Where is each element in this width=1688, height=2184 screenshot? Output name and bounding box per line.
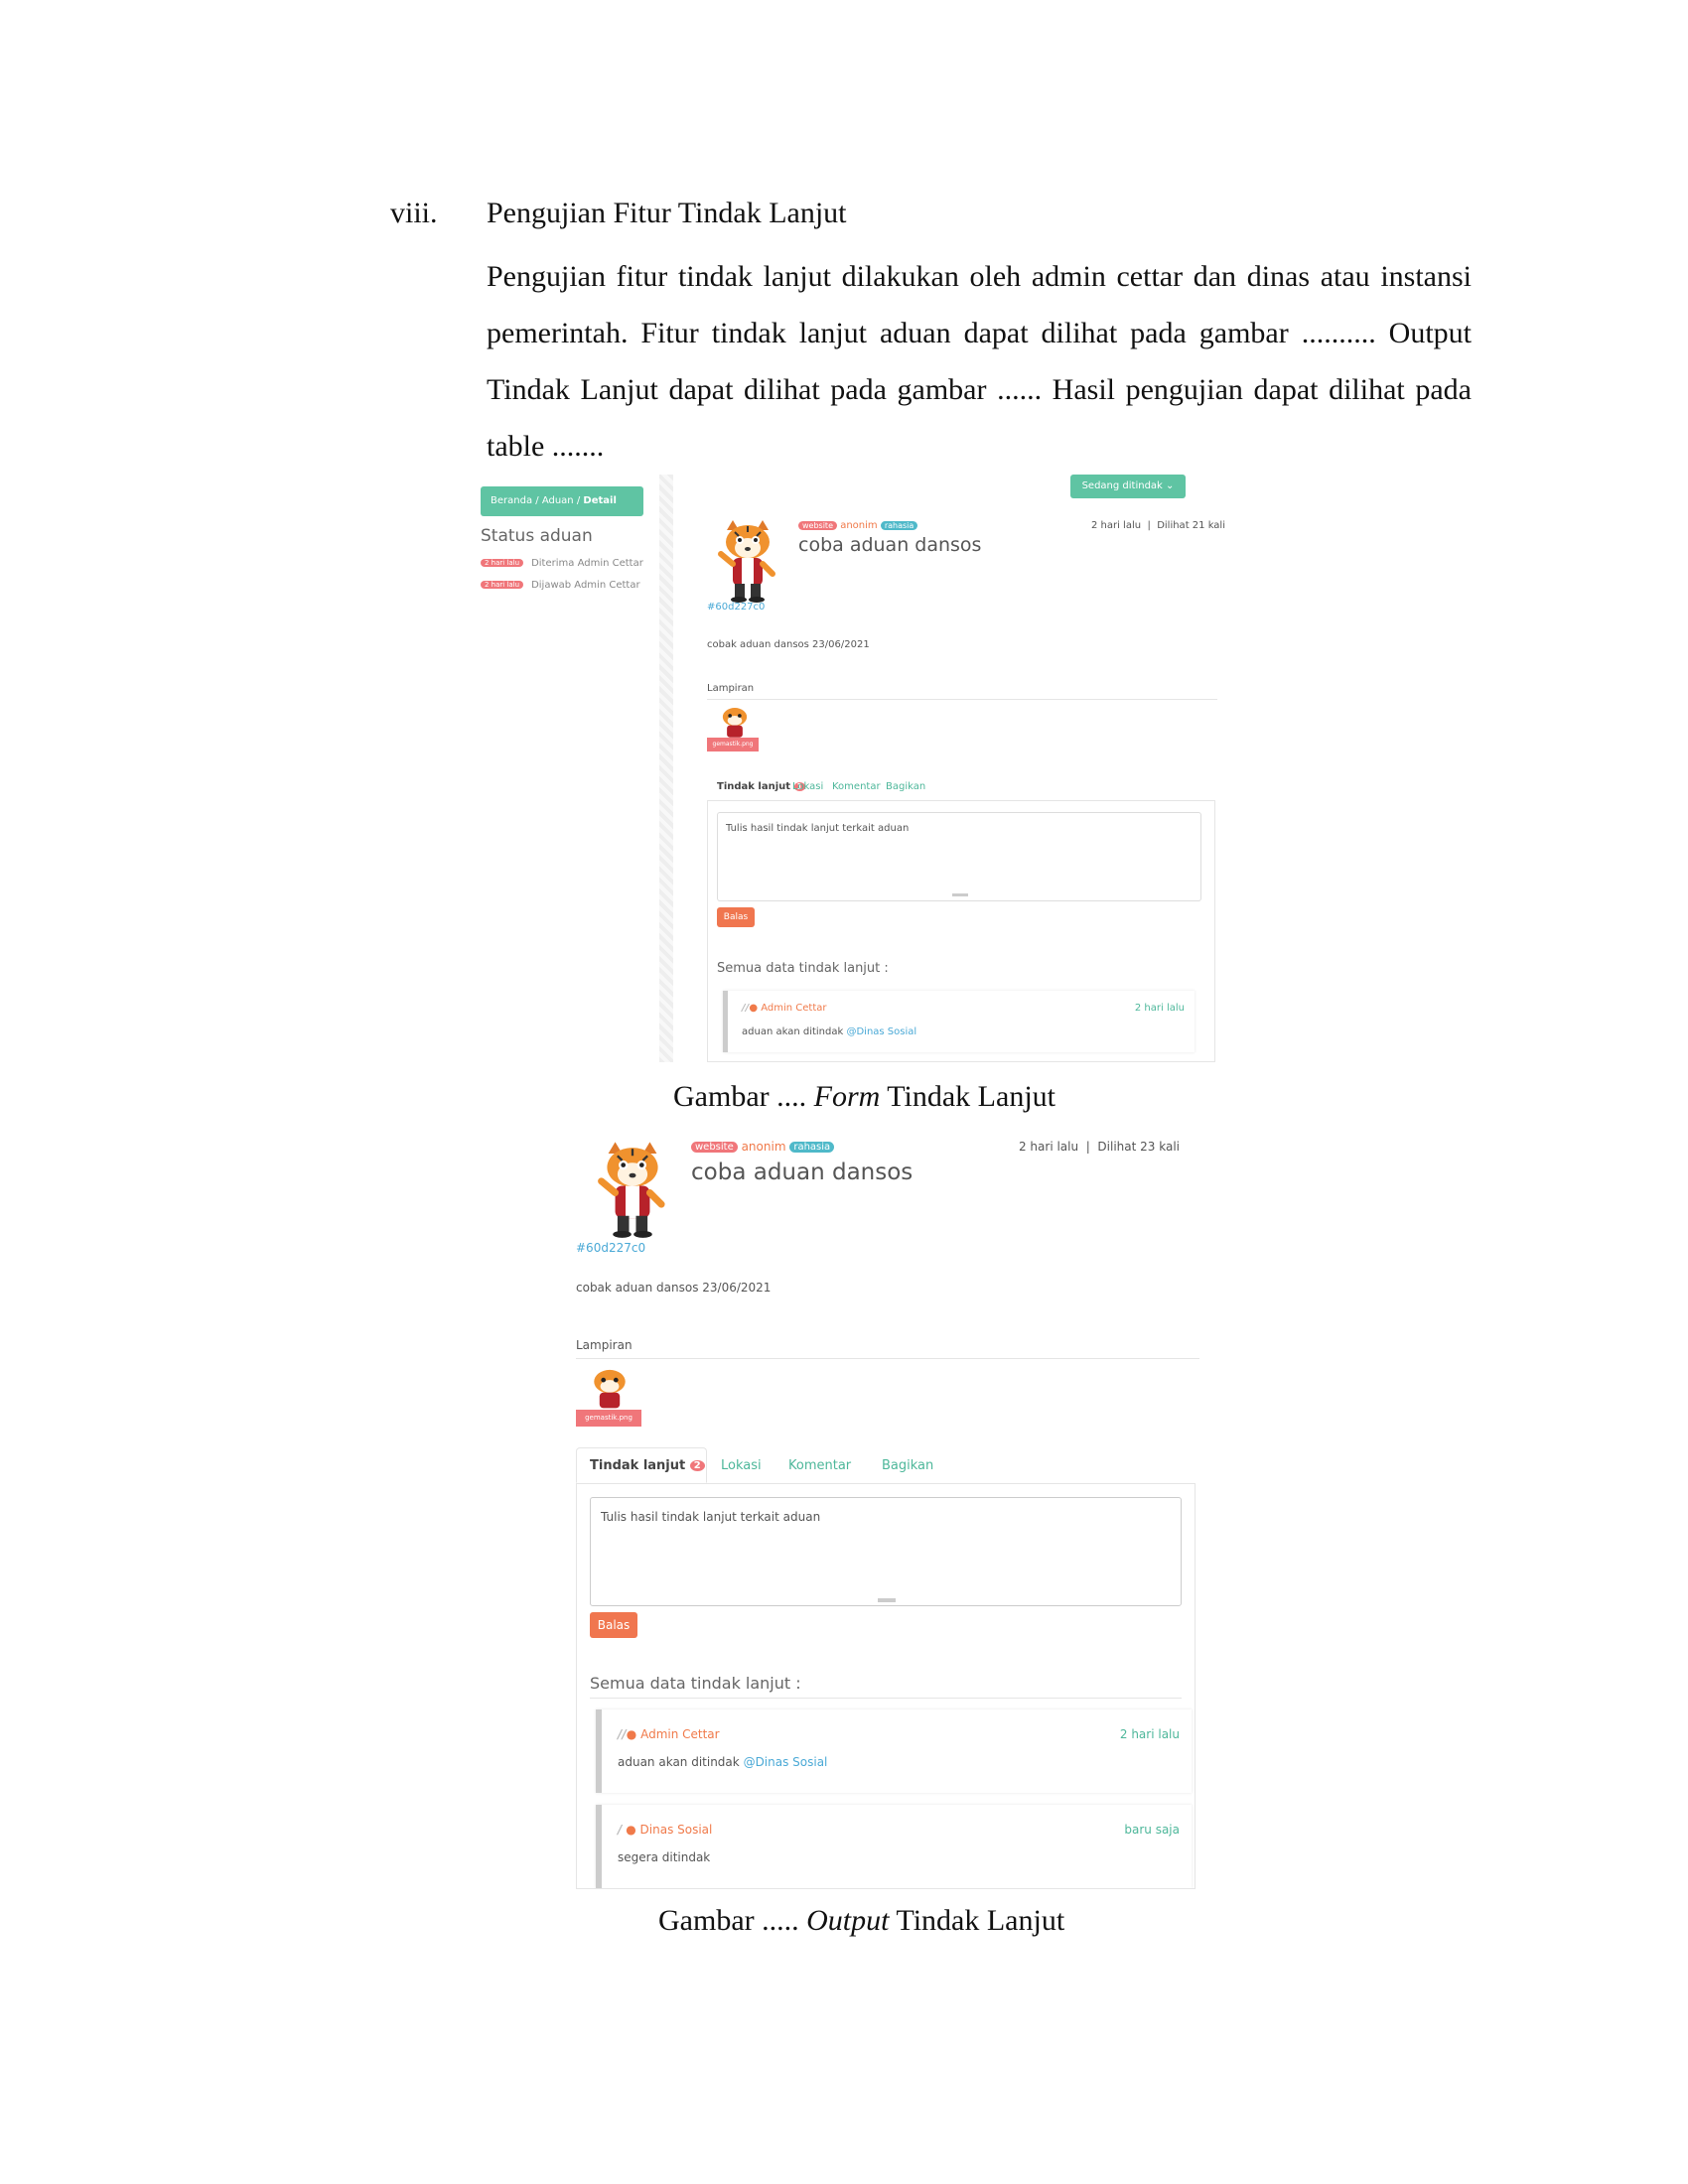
quote-icon: /	[618, 1823, 623, 1837]
tab-tindak-lanjut[interactable]: Tindak lanjut 2	[590, 1458, 705, 1473]
tab-bagikan[interactable]: Bagikan	[882, 1458, 933, 1473]
status-text: Diterima Admin Cettar	[531, 558, 643, 569]
figure-caption-form: Gambar .... Form Tindak Lanjut	[673, 1080, 1055, 1113]
breadcrumb-separator: /	[576, 495, 581, 506]
follow-up-list-title: Semua data tindak lanjut :	[717, 961, 889, 976]
figure-caption-output: Gambar ..... Output Tindak Lanjut	[658, 1904, 1065, 1937]
view-count: Dilihat 21 kali	[1157, 520, 1225, 531]
tab-count-badge: 2	[689, 1460, 705, 1471]
section-title: Pengujian Fitur Tindak Lanjut	[487, 197, 847, 229]
complaint-id: #60d227c0	[576, 1241, 646, 1255]
status-text: Dijawab Admin Cettar	[531, 580, 640, 591]
breadcrumb-separator: /	[535, 495, 539, 506]
tab-bagikan[interactable]: Bagikan	[886, 781, 925, 792]
form-screenshot: Beranda / Aduan / Detail Status aduan 2 …	[481, 475, 1245, 1062]
tab-lokasi[interactable]: Lokasi	[721, 1458, 762, 1473]
user-icon: ●	[626, 1823, 636, 1837]
complaint-description: cobak aduan dansos 23/06/2021	[576, 1281, 772, 1295]
follow-up-entry: //● Admin Cettar 2 hari lalu aduan akan …	[596, 1709, 1192, 1793]
private-badge: rahasia	[880, 520, 918, 530]
entry-time: 2 hari lalu	[1134, 1003, 1185, 1014]
complaint-title: coba aduan dansos	[691, 1160, 914, 1185]
user-tag: anonim	[741, 1140, 786, 1154]
time-ago: 2 hari lalu	[1090, 520, 1142, 531]
divider	[590, 1698, 1182, 1699]
status-time-badge: 2 hari lalu	[481, 559, 524, 567]
tab-komentar[interactable]: Komentar	[788, 1458, 851, 1473]
entry-message: aduan akan ditindak @Dinas Sosial	[742, 1026, 917, 1037]
time-ago: 2 hari lalu	[1018, 1140, 1079, 1154]
status-time-badge: 2 hari lalu	[481, 581, 524, 589]
follow-up-list-title: Semua data tindak lanjut :	[590, 1674, 801, 1693]
user-icon: ●	[749, 1003, 759, 1014]
breadcrumb-detail: Detail	[583, 495, 617, 506]
entry-time: baru saja	[1124, 1823, 1180, 1837]
attachment-label: Lampiran	[576, 1338, 633, 1352]
entry-time: 2 hari lalu	[1119, 1727, 1180, 1741]
status-item: 2 hari lalu Diterima Admin Cettar	[481, 558, 643, 569]
follow-up-entry: / ● Dinas Sosial baru saja segera ditind…	[596, 1805, 1192, 1888]
tiger-mascot-avatar	[598, 1142, 665, 1238]
breadcrumb: Beranda / Aduan / Detail	[481, 486, 643, 516]
complaint-id: #60d227c0	[707, 602, 766, 613]
attachment-thumbnail[interactable]	[715, 705, 755, 739]
breadcrumb-aduan[interactable]: Aduan	[542, 495, 574, 506]
divider	[576, 1358, 1199, 1359]
status-dropdown-button[interactable]: Sedang ditindak ⌄	[1070, 475, 1186, 498]
follow-up-textarea[interactable]: Tulis hasil tindak lanjut terkait aduan	[590, 1497, 1182, 1606]
reply-button[interactable]: Balas	[590, 1612, 637, 1638]
follow-up-entry: //● Admin Cettar 2 hari lalu aduan akan …	[723, 991, 1195, 1052]
tab-lokasi[interactable]: Lokasi	[792, 781, 823, 792]
entry-mention[interactable]: @Dinas Sosial	[846, 1026, 916, 1037]
action-tabs: Tindak lanjut 1 Lokasi Komentar Bagikan	[707, 772, 1215, 801]
entry-mention[interactable]: @Dinas Sosial	[744, 1755, 828, 1769]
section-number: viii.	[390, 197, 438, 229]
user-icon: ●	[626, 1727, 637, 1741]
follow-up-textarea[interactable]: Tulis hasil tindak lanjut terkait aduan	[717, 812, 1201, 901]
entry-message: aduan akan ditindak @Dinas Sosial	[618, 1755, 828, 1769]
attachment-filename: gemastik.png	[576, 1410, 641, 1427]
source-badge: website	[691, 1142, 738, 1153]
private-badge: rahasia	[789, 1142, 835, 1153]
status-item: 2 hari lalu Dijawab Admin Cettar	[481, 580, 640, 591]
view-count: Dilihat 23 kali	[1097, 1140, 1180, 1154]
attachment-filename: gemastik.png	[707, 738, 759, 751]
user-tag: anonim	[840, 520, 878, 531]
divider	[707, 699, 1217, 700]
complaint-tags: website anonim rahasia	[798, 520, 918, 531]
entry-author: / ● Dinas Sosial	[618, 1823, 713, 1837]
breadcrumb-home[interactable]: Beranda	[491, 495, 532, 506]
source-badge: website	[798, 520, 837, 530]
complaint-tags: website anonim rahasia	[691, 1140, 835, 1154]
status-title: Status aduan	[481, 526, 593, 546]
column-divider	[659, 475, 673, 1062]
tiger-mascot-avatar	[718, 520, 775, 603]
complaint-title: coba aduan dansos	[798, 534, 982, 556]
resize-handle[interactable]	[878, 1598, 896, 1602]
complaint-description: cobak aduan dansos 23/06/2021	[707, 639, 870, 650]
quote-icon: //	[618, 1727, 627, 1741]
tab-komentar[interactable]: Komentar	[832, 781, 881, 792]
attachment-thumbnail[interactable]	[582, 1366, 637, 1410]
output-screenshot: website anonim rahasia 2 hari lalu | Dil…	[576, 1140, 1201, 1889]
entry-message: segera ditindak	[618, 1850, 711, 1864]
reply-button[interactable]: Balas	[717, 907, 755, 927]
attachment-label: Lampiran	[707, 683, 755, 694]
complaint-stats: 2 hari lalu | Dilihat 21 kali	[1090, 520, 1225, 531]
action-tabs: Tindak lanjut 2 Lokasi Komentar Bagikan	[576, 1447, 1196, 1484]
chevron-down-icon: ⌄	[1166, 480, 1175, 491]
entry-author: //● Admin Cettar	[618, 1727, 720, 1741]
complaint-stats: 2 hari lalu | Dilihat 23 kali	[1018, 1140, 1180, 1154]
section-paragraph: Pengujian fitur tindak lanjut dilakukan …	[487, 260, 1472, 463]
resize-handle[interactable]	[952, 893, 968, 896]
entry-author: //● Admin Cettar	[742, 1003, 827, 1014]
